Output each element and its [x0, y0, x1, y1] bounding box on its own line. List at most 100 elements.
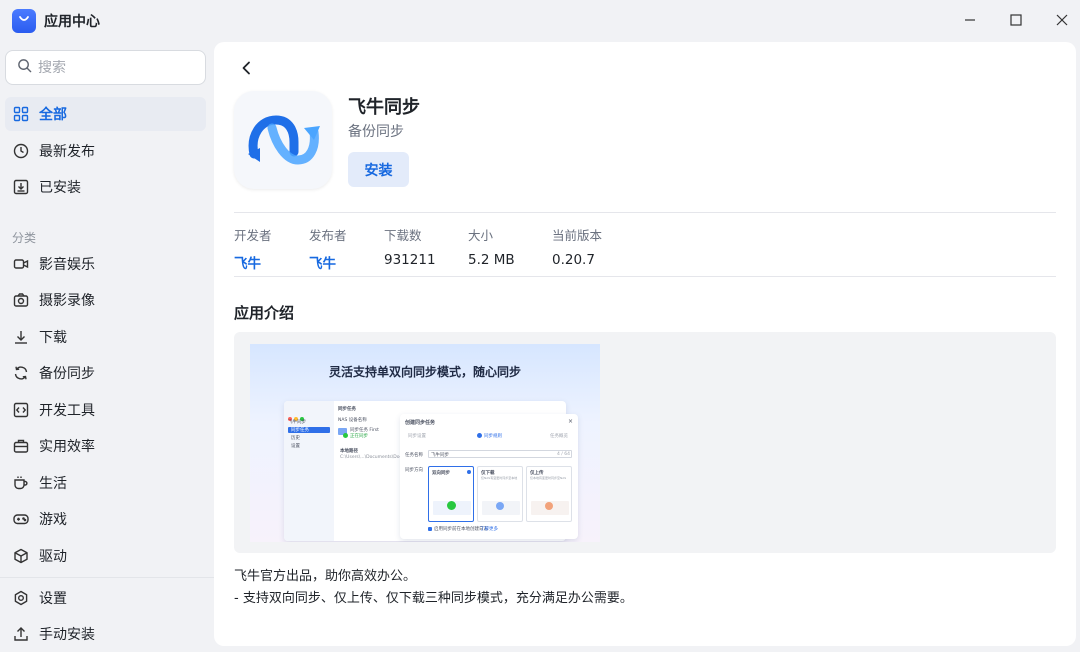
mock-sidebar-item: 历史 — [291, 436, 300, 441]
screenshot-gallery: 灵活支持单双向同步模式，随心同步 飞牛同步 同步任务 历史 设置 同步任务 NA… — [234, 332, 1056, 553]
meta-downloads: 下载数 931211 — [384, 225, 436, 268]
meta-size: 大小 5.2 MB — [468, 225, 515, 268]
sidebar-item-life[interactable]: 生活 — [5, 466, 206, 500]
meta-publisher: 发布者 飞牛 — [309, 225, 347, 272]
title-bar: 应用中心 — [0, 0, 1080, 40]
check-icon — [343, 433, 348, 438]
sidebar-item-installed[interactable]: 已安装 — [5, 170, 206, 204]
app-description-line: 飞牛官方出品，助你高效办公。 — [234, 569, 417, 584]
mock-local-dir-label: 本地路径 — [340, 449, 358, 454]
up-arrow-icon — [545, 502, 553, 510]
sidebar-item-settings[interactable]: 设置 — [5, 581, 206, 615]
sidebar-item-backup[interactable]: 备份同步 — [5, 356, 206, 390]
sidebar-item-label: 下载 — [39, 330, 67, 346]
screenshot-caption: 灵活支持单双向同步模式，随心同步 — [328, 365, 521, 379]
briefcase-icon — [12, 437, 30, 455]
down-arrow-icon — [496, 502, 504, 510]
maximize-button[interactable] — [1004, 8, 1028, 32]
minimize-button[interactable] — [958, 8, 982, 32]
sidebar-item-label: 设置 — [39, 591, 67, 607]
sidebar: 全部 最新发布 已安装 分类 影音娱乐 摄影录像 下载 备份同步 — [0, 40, 214, 652]
divider — [234, 276, 1056, 277]
sync-logo-icon — [248, 115, 320, 165]
meta-value: 931211 — [384, 252, 436, 268]
clock-icon — [12, 142, 30, 160]
sidebar-item-drivers[interactable]: 驱动 — [5, 539, 206, 573]
code-icon — [12, 401, 30, 419]
mock-task-name-label: 任务名称 — [405, 453, 423, 458]
app-screenshot[interactable]: 灵活支持单双向同步模式，随心同步 飞牛同步 同步任务 历史 设置 同步任务 NA… — [250, 344, 600, 542]
meta-label: 当前版本 — [552, 228, 603, 243]
sidebar-item-label: 手动安装 — [39, 627, 95, 643]
meta-label: 大小 — [468, 228, 494, 243]
mock-mode-card: 双向同步 — [428, 466, 474, 522]
sidebar-item-productivity[interactable]: 实用效率 — [5, 429, 206, 463]
sync-icon — [12, 364, 30, 382]
back-button[interactable] — [236, 58, 258, 80]
sidebar-item-download[interactable]: 下载 — [5, 320, 206, 354]
mock-sidebar-item: 设置 — [291, 444, 300, 449]
upload-icon — [12, 625, 30, 643]
sidebar-item-label: 备份同步 — [39, 366, 95, 382]
meta-value: 5.2 MB — [468, 252, 515, 268]
sidebar-item-label: 生活 — [39, 476, 67, 492]
camera-icon — [12, 291, 30, 309]
mock-step: 同步设置 — [408, 434, 426, 439]
app-category: 备份同步 — [348, 124, 404, 140]
sidebar-item-label: 已安装 — [39, 180, 81, 196]
search-box[interactable] — [5, 50, 206, 85]
sidebar-item-label: 游戏 — [39, 512, 67, 528]
window-title: 应用中心 — [44, 14, 100, 30]
sidebar-item-manual-install[interactable]: 手动安装 — [5, 617, 206, 651]
sidebar-item-label: 全部 — [39, 107, 67, 123]
grid-icon — [12, 105, 30, 123]
meta-value: 0.20.7 — [552, 252, 595, 268]
sidebar-item-games[interactable]: 游戏 — [5, 502, 206, 536]
mock-mode-title: 双向同步 — [432, 471, 450, 476]
close-icon: × — [568, 418, 574, 425]
sidebar-item-label: 最新发布 — [39, 144, 95, 160]
meta-label: 发布者 — [309, 228, 347, 243]
gamepad-icon — [12, 510, 30, 528]
gear-icon — [12, 589, 30, 607]
step-dot-icon — [477, 433, 482, 438]
mock-checkbox-link: 了解更多 — [480, 527, 498, 532]
sidebar-item-media[interactable]: 影音娱乐 — [5, 247, 206, 281]
check-icon — [447, 501, 456, 510]
mock-task-status: 正在同步 — [350, 434, 368, 439]
sidebar-item-all[interactable]: 全部 — [5, 97, 206, 131]
app-store-logo — [12, 9, 36, 33]
video-camera-icon — [12, 255, 30, 273]
mock-sidebar-title: 飞牛同步 — [288, 420, 306, 425]
search-icon — [17, 58, 32, 77]
sidebar-item-label: 开发工具 — [39, 403, 95, 419]
mock-step: 任务概览 — [550, 434, 568, 439]
close-button[interactable] — [1050, 8, 1074, 32]
mock-list-header: 同步任务 — [338, 407, 356, 412]
sidebar-item-dev[interactable]: 开发工具 — [5, 393, 206, 427]
sidebar-item-latest[interactable]: 最新发布 — [5, 134, 206, 168]
sidebar-item-photo[interactable]: 摄影录像 — [5, 283, 206, 317]
developer-link[interactable]: 飞牛 — [234, 252, 272, 272]
divider — [234, 212, 1056, 213]
mock-dialog-title: 创建同步任务 — [405, 420, 436, 426]
mock-task-name-input — [428, 450, 572, 458]
mock-mode-card: 仅下载 仅NAS有变更时同步至本地 — [477, 466, 523, 522]
sidebar-item-label: 摄影录像 — [39, 293, 95, 309]
mock-step: 同步规则 — [484, 434, 502, 439]
app-icon — [234, 91, 332, 189]
mock-local-dir-value: C:\Users\...\Documents\Docum — [340, 455, 410, 460]
category-section-label: 分类 — [12, 231, 37, 245]
cube-icon — [12, 547, 30, 565]
mock-create-task-dialog: 创建同步任务 × 同步设置 同步规则 任务概览 任务名称 飞牛同步 4 / 64… — [400, 414, 578, 539]
app-description-line: - 支持双向同步、仅上传、仅下载三种同步模式，充分满足办公需要。 — [234, 591, 633, 606]
mock-list-path: NAS 设备名称 — [338, 418, 367, 423]
checkbox-icon — [428, 527, 432, 531]
publisher-link[interactable]: 飞牛 — [309, 252, 347, 272]
sidebar-divider — [0, 577, 214, 578]
meta-version: 当前版本 0.20.7 — [552, 225, 602, 268]
install-button[interactable]: 安装 — [348, 152, 409, 187]
cup-icon — [12, 474, 30, 492]
search-input[interactable] — [38, 59, 188, 76]
radio-icon — [467, 470, 471, 474]
